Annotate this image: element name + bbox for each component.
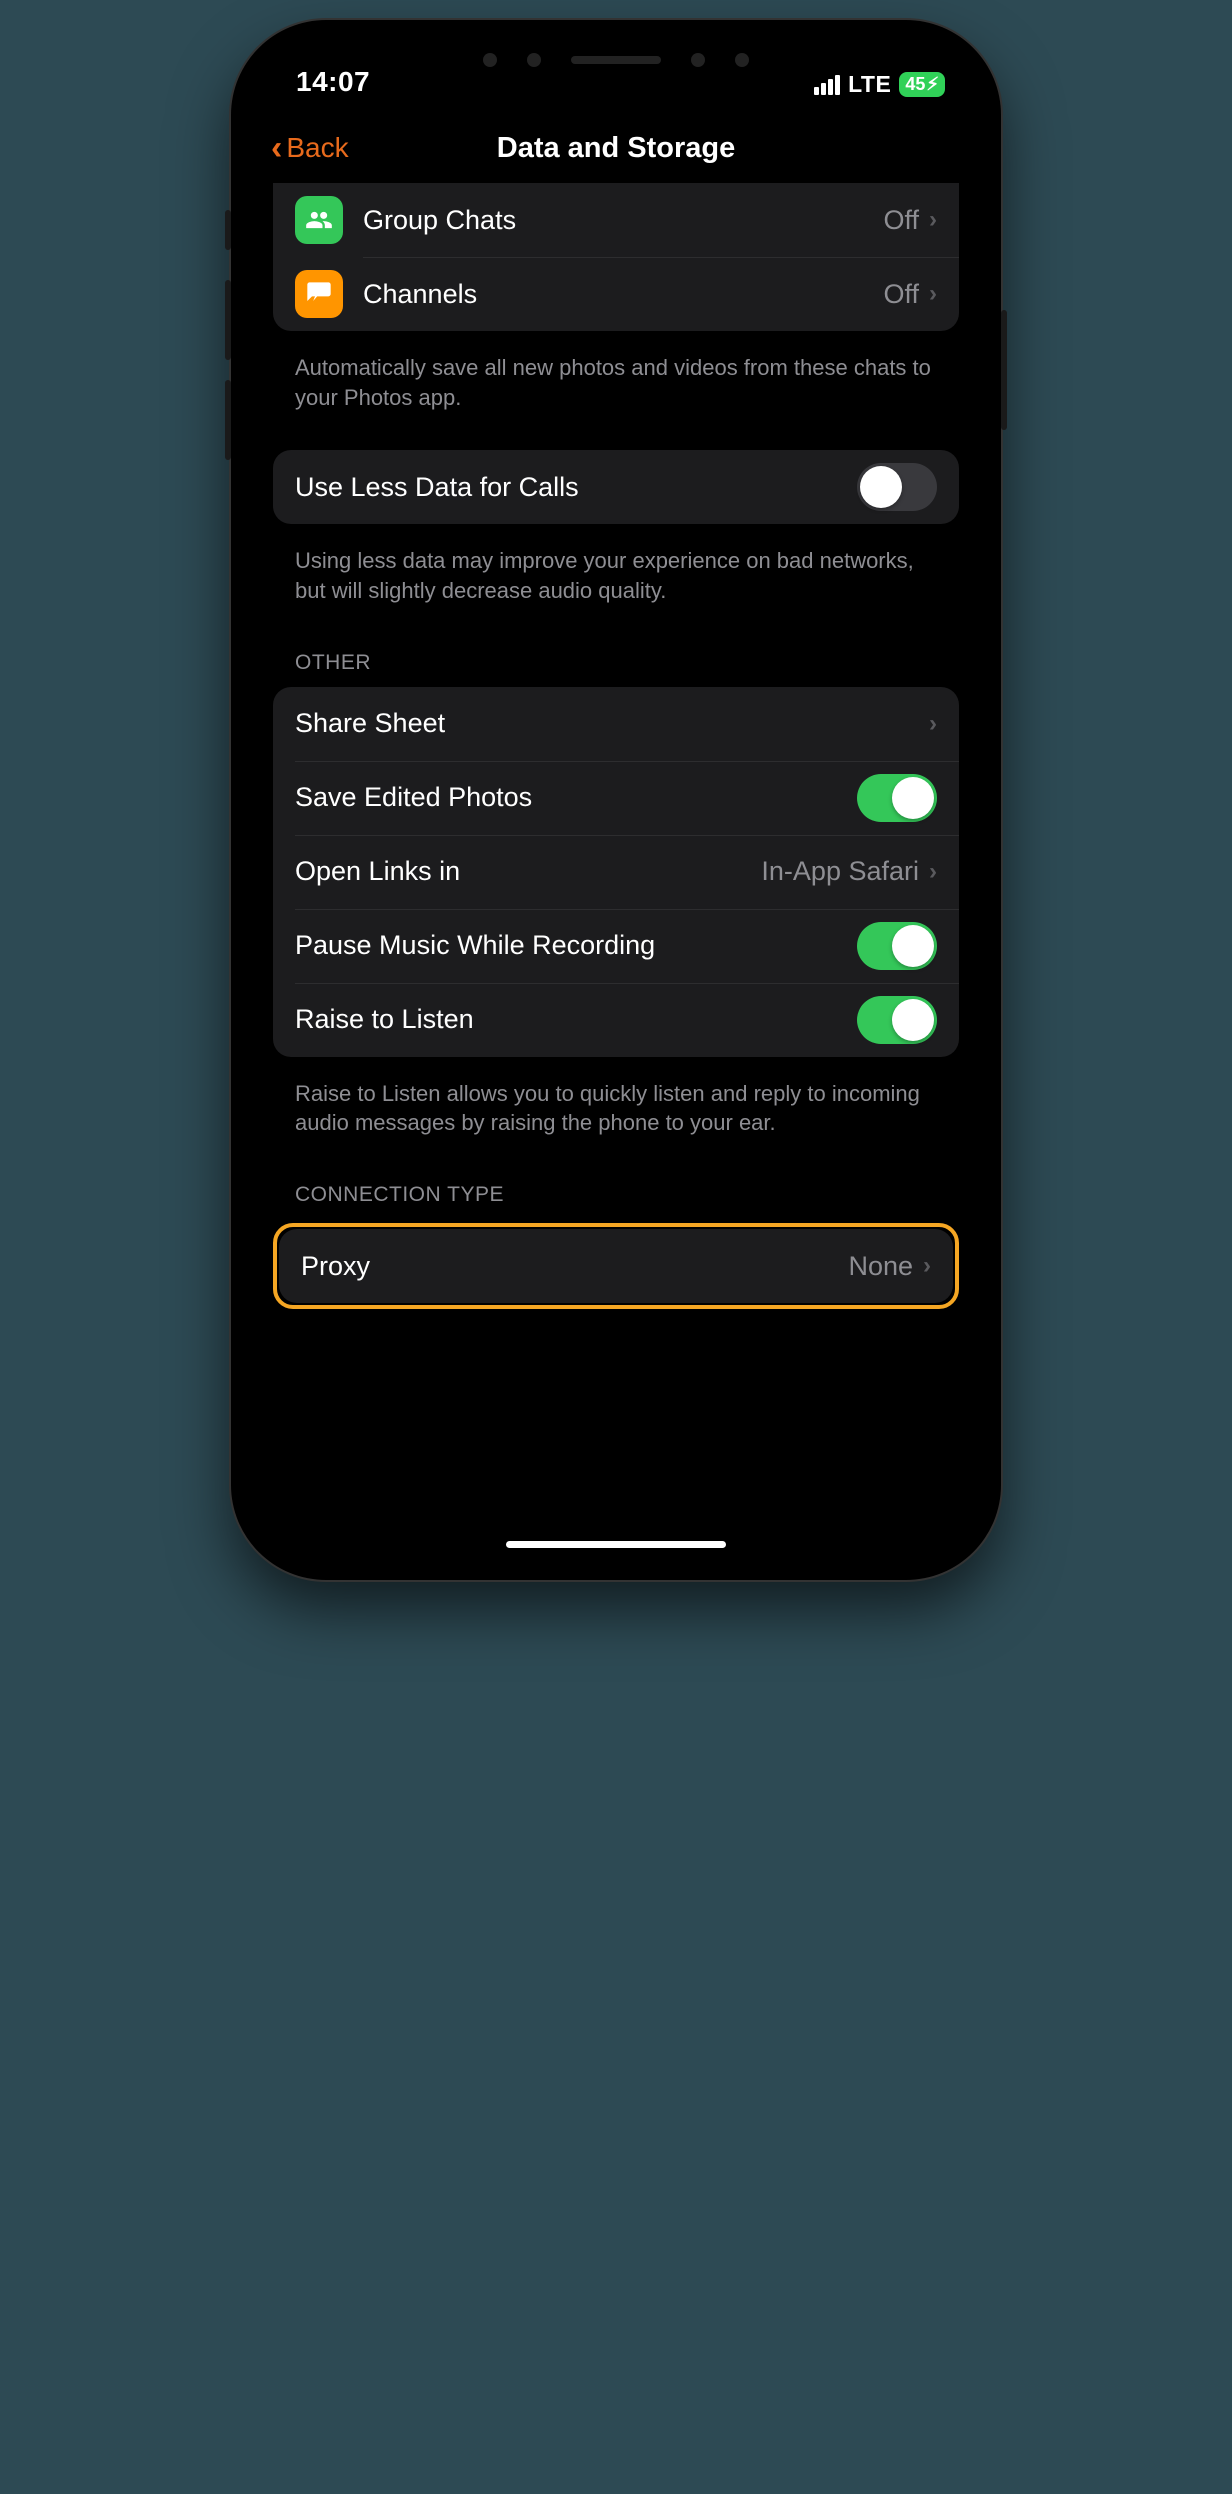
row-label: Proxy	[301, 1251, 848, 1282]
back-button[interactable]: ‹ Back	[271, 131, 349, 165]
row-save-edited-photos[interactable]: Save Edited Photos	[273, 761, 959, 835]
row-use-less-data[interactable]: Use Less Data for Calls	[273, 450, 959, 524]
row-label: Channels	[363, 279, 883, 310]
autosave-group: Group Chats Off › Channels Off ›	[273, 183, 959, 331]
sensor-dot	[691, 53, 705, 67]
less-data-footer: Using less data may improve your experie…	[273, 534, 959, 605]
less-data-group: Use Less Data for Calls	[273, 450, 959, 524]
other-header: OTHER	[273, 606, 959, 687]
row-share-sheet[interactable]: Share Sheet ›	[273, 687, 959, 761]
group-chats-icon	[295, 196, 343, 244]
battery-indicator: 45⚡︎	[899, 72, 945, 97]
signal-icon	[814, 75, 840, 95]
chevron-right-icon: ›	[929, 858, 937, 886]
row-label: Save Edited Photos	[295, 782, 857, 813]
channels-icon	[295, 270, 343, 318]
chevron-right-icon: ›	[929, 280, 937, 308]
notch	[461, 40, 771, 80]
volume-down-button	[225, 380, 231, 460]
row-pause-music[interactable]: Pause Music While Recording	[273, 909, 959, 983]
connection-header: CONNECTION TYPE	[273, 1138, 959, 1219]
nav-bar: ‹ Back Data and Storage	[251, 113, 981, 183]
row-open-links-in[interactable]: Open Links in In-App Safari ›	[273, 835, 959, 909]
content[interactable]: Group Chats Off › Channels Off › Automat…	[251, 183, 981, 1349]
screen: 14:07 LTE 45⚡︎ ‹ Back Data and Storage	[251, 40, 981, 1560]
save-edited-toggle[interactable]	[857, 774, 937, 822]
status-right: LTE 45⚡︎	[814, 71, 945, 98]
row-value: Off	[883, 205, 919, 236]
volume-up-button	[225, 280, 231, 360]
row-value: In-App Safari	[761, 856, 919, 887]
raise-to-listen-toggle[interactable]	[857, 996, 937, 1044]
speaker-grille	[571, 56, 661, 64]
power-button	[1001, 310, 1007, 430]
use-less-data-toggle[interactable]	[857, 463, 937, 511]
home-indicator[interactable]	[506, 1541, 726, 1548]
network-label: LTE	[848, 71, 891, 98]
row-value: None	[848, 1251, 913, 1282]
connection-group: Proxy None ›	[279, 1229, 953, 1303]
chevron-right-icon: ›	[923, 1252, 931, 1280]
autosave-footer: Automatically save all new photos and vi…	[273, 341, 959, 412]
sensor-dot	[483, 53, 497, 67]
pause-music-toggle[interactable]	[857, 922, 937, 970]
row-value: Off	[883, 279, 919, 310]
row-label: Pause Music While Recording	[295, 930, 857, 961]
chevron-right-icon: ›	[929, 710, 937, 738]
other-footer: Raise to Listen allows you to quickly li…	[273, 1067, 959, 1138]
status-time: 14:07	[296, 66, 370, 98]
phone-frame: 14:07 LTE 45⚡︎ ‹ Back Data and Storage	[231, 20, 1001, 1580]
battery-level: 45	[905, 74, 925, 95]
proxy-highlight: Proxy None ›	[273, 1223, 959, 1309]
row-raise-to-listen[interactable]: Raise to Listen	[273, 983, 959, 1057]
row-group-chats[interactable]: Group Chats Off ›	[273, 183, 959, 257]
row-label: Share Sheet	[295, 708, 929, 739]
row-label: Group Chats	[363, 205, 883, 236]
chevron-left-icon: ‹	[271, 131, 282, 165]
row-label: Open Links in	[295, 856, 761, 887]
row-label: Use Less Data for Calls	[295, 472, 857, 503]
camera-dot	[527, 53, 541, 67]
chevron-right-icon: ›	[929, 206, 937, 234]
sensor-dot	[735, 53, 749, 67]
row-channels[interactable]: Channels Off ›	[273, 257, 959, 331]
row-proxy[interactable]: Proxy None ›	[279, 1229, 953, 1303]
other-group: Share Sheet › Save Edited Photos Open Li…	[273, 687, 959, 1057]
row-label: Raise to Listen	[295, 1004, 857, 1035]
mute-switch	[225, 210, 231, 250]
back-label: Back	[286, 132, 348, 164]
page-title: Data and Storage	[497, 132, 736, 165]
charging-icon: ⚡︎	[926, 74, 939, 95]
